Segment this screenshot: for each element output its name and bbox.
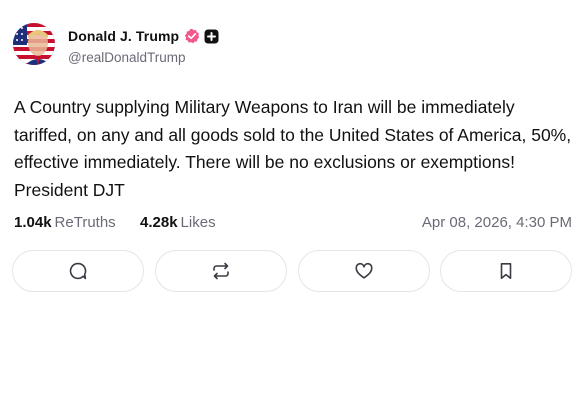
post-stats: 1.04k ReTruths 4.28k Likes Apr 08, 2026, 4… (14, 214, 572, 236)
retruth-icon (213, 262, 229, 280)
verified-badge-icon (184, 28, 200, 44)
bookmark-icon (500, 263, 512, 279)
retruths-count: 1.04k (14, 214, 52, 231)
handle[interactable]: @realDonaldTrump (68, 50, 219, 65)
retruths-stat[interactable]: 1.04k ReTruths (14, 214, 116, 231)
likes-stat[interactable]: 4.28k Likes (140, 214, 216, 231)
reply-icon (69, 262, 87, 280)
likes-count: 4.28k (140, 214, 178, 231)
plus-badge-icon (204, 29, 219, 44)
truth-post: Donald J. Trump @realDonaldTrump A Count… (0, 0, 586, 405)
retruths-label: ReTruths (54, 214, 116, 231)
post-header: Donald J. Trump @realDonaldTrump (13, 23, 573, 69)
author-info: Donald J. Trump @realDonaldTrump (68, 27, 219, 65)
like-button[interactable] (298, 250, 430, 292)
bookmark-button[interactable] (440, 250, 572, 292)
avatar[interactable] (13, 23, 55, 65)
display-name[interactable]: Donald J. Trump (68, 28, 179, 44)
likes-label: Likes (180, 214, 216, 231)
like-icon (355, 263, 373, 279)
post-text: A Country supplying Military Weapons to … (14, 97, 572, 200)
retruth-button[interactable] (155, 250, 287, 292)
action-bar (12, 250, 574, 294)
post-timestamp: Apr 08, 2026, 4:30 PM (421, 214, 572, 231)
name-row: Donald J. Trump (68, 27, 219, 45)
reply-button[interactable] (12, 250, 144, 292)
flag-portrait-icon (13, 23, 55, 65)
